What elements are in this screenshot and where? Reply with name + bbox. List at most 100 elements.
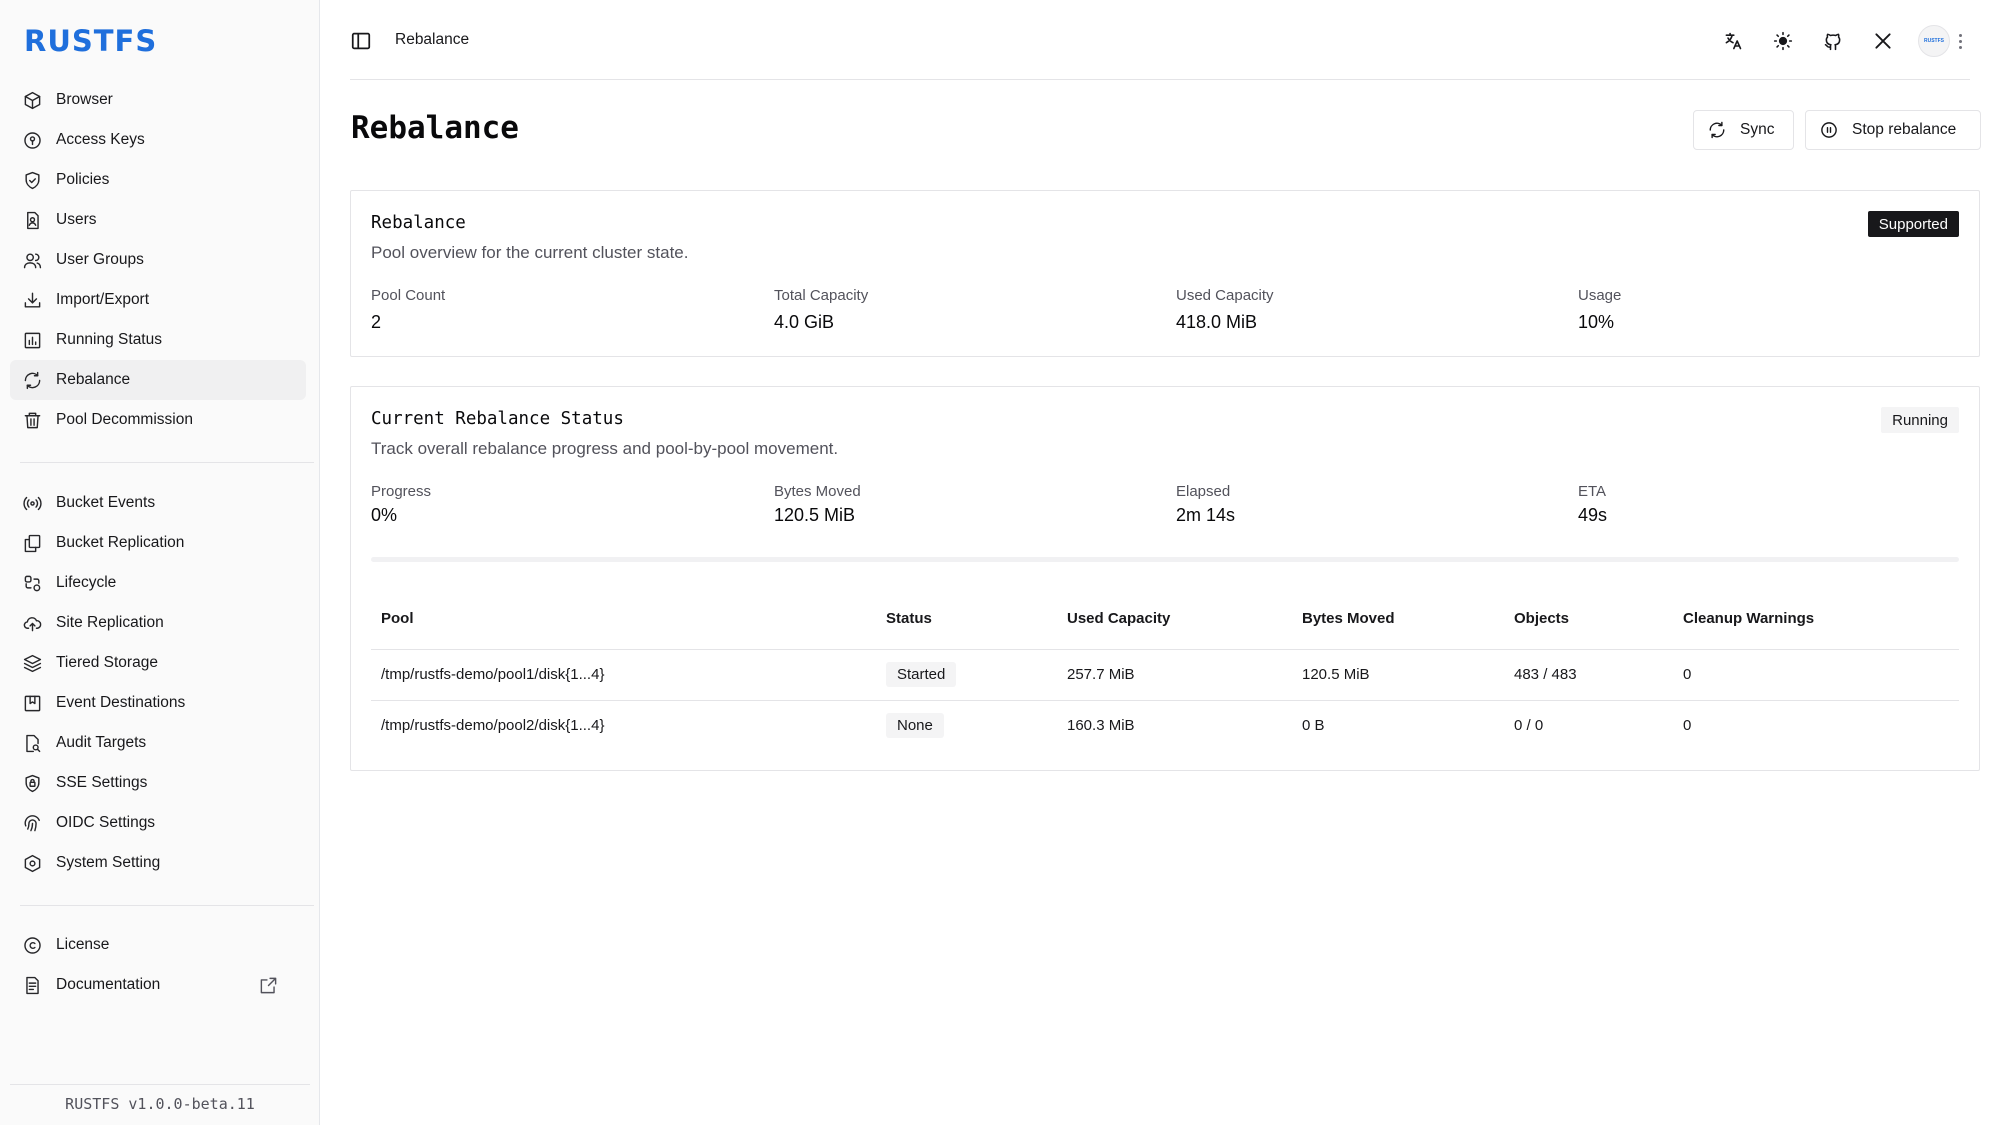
refresh-icon [22,370,42,390]
stat-label: Usage [1578,287,1622,304]
users-icon [22,250,42,270]
sidebar-item-bucket-replication[interactable]: Bucket Replication [10,523,306,563]
stat-label: Used Capacity [1176,287,1274,304]
copy-icon [22,533,42,553]
cell-pool: /tmp/rustfs-demo/pool1/disk{1...4} [371,649,876,701]
sidebar-item-rebalance[interactable]: Rebalance [10,360,306,400]
sidebar-item-label: Import/Export [56,291,150,308]
sync-button[interactable]: Sync [1693,110,1794,150]
refresh-icon [1708,121,1726,139]
sidebar-toggle-icon[interactable] [350,30,372,52]
status-badge-supported: Supported [1867,211,1959,237]
pool-table: Pool Status Used Capacity Bytes Moved Ob… [371,589,1959,751]
column-header: Used Capacity [1057,589,1292,650]
sidebar-item-running-status[interactable]: Running Status [10,320,306,360]
column-header: Objects [1504,589,1673,650]
sidebar-item-system-setting[interactable]: System Setting [10,843,306,883]
pause-circle-icon [1820,121,1838,139]
cell-used-capacity: 257.7 MiB [1057,649,1292,701]
github-icon[interactable] [1808,24,1858,58]
avatar[interactable]: RUSTFS [1918,25,1950,57]
sidebar-item-label: Users [56,211,97,228]
sidebar-item-documentation[interactable]: Documentation [10,965,306,1005]
user-file-icon [22,210,42,230]
radio-icon [22,493,42,513]
sidebar-item-audit-targets[interactable]: Audit Targets [10,723,306,763]
stat-value: 120.5 MiB [774,505,856,525]
sidebar-item-label: Documentation [56,976,161,993]
cell-bytes-moved: 0 B [1302,717,1325,735]
sidebar-item-tiered-storage[interactable]: Tiered Storage [10,643,306,683]
stat-usage: Usage 10% [1578,287,1621,333]
stop-rebalance-button[interactable]: Stop rebalance [1805,110,1981,150]
sidebar-item-label: Pool Decommission [56,411,193,428]
brand-logo[interactable]: RUSTFS [24,24,157,58]
sidebar-item-access-keys[interactable]: Access Keys [10,120,306,160]
sidebar-item-label: Policies [56,171,110,188]
shield-lock-icon [22,773,42,793]
stat-value: 418.0 MiB [1176,312,1258,332]
layers-icon [22,653,42,673]
sidebar-item-event-destinations[interactable]: Event Destinations [10,683,306,723]
cell-cleanup-warnings: 0 [1683,717,1692,735]
document-icon [22,975,42,995]
sidebar-item-user-groups[interactable]: User Groups [10,240,306,280]
more-menu-icon[interactable] [1950,25,1970,57]
sync-button-label: Sync [1740,121,1775,138]
sidebar-item-license[interactable]: License [10,925,306,965]
x-twitter-icon[interactable] [1858,24,1908,58]
stat-progress: Progress 0% [371,483,431,526]
status-badge: Started [886,662,957,687]
nav-group-settings: Bucket Events Bucket Replication Lifecyc… [10,483,306,883]
sidebar-item-label: User Groups [56,251,144,268]
sidebar-item-browser[interactable]: Browser [10,80,306,120]
sidebar-item-site-replication[interactable]: Site Replication [10,603,306,643]
sidebar-item-label: Bucket Events [56,494,156,511]
sidebar-item-pool-decommission[interactable]: Pool Decommission [10,400,306,440]
breadcrumb[interactable]: Rebalance [395,31,469,49]
column-header: Bytes Moved [1292,589,1504,650]
column-header: Pool [371,589,876,650]
sidebar-item-label: Browser [56,91,113,108]
sidebar-item-policies[interactable]: Policies [10,160,306,200]
overview-card-title: Rebalance [371,213,466,233]
copyright-icon [22,935,42,955]
sidebar-item-label: Event Destinations [56,694,186,711]
stat-elapsed: Elapsed 2m 14s [1176,483,1235,526]
sidebar-item-lifecycle[interactable]: Lifecycle [10,563,306,603]
table-row[interactable]: /tmp/rustfs-demo/pool1/disk{1...4} Start… [371,649,1959,701]
stat-label: Bytes Moved [774,483,861,500]
download-icon [22,290,42,310]
bar-chart-icon [22,330,42,350]
cell-status: None [876,700,1057,751]
sidebar-item-label: Lifecycle [56,574,117,591]
sidebar-item-label: SSE Settings [56,774,148,791]
version-label: RUSTFS v1.0.0-beta.11 [10,1084,310,1113]
theme-sun-icon[interactable] [1758,24,1808,58]
sidebar-item-label: Audit Targets [56,734,147,751]
topbar: Rebalance RUSTFS [350,0,1970,80]
progress-bar [371,557,1959,562]
sidebar-item-sse-settings[interactable]: SSE Settings [10,763,306,803]
sidebar-item-label: Rebalance [56,371,131,388]
sidebar-item-bucket-events[interactable]: Bucket Events [10,483,306,523]
cloud-upload-icon [22,613,42,633]
column-header: Status [876,589,1057,650]
stat-bytes-moved: Bytes Moved 120.5 MiB [774,483,861,526]
sidebar-item-label: Bucket Replication [56,534,185,551]
trash-icon [22,410,42,430]
page-title: Rebalance [351,110,519,146]
stat-pool-count: Pool Count 2 [371,287,445,333]
status-badge-running: Running [1881,407,1959,433]
stat-value: 4.0 GiB [774,312,835,332]
status-badge: None [886,713,944,739]
table-row[interactable]: /tmp/rustfs-demo/pool2/disk{1...4} None … [371,700,1959,751]
nav-group-help: License Documentation [10,925,306,1005]
cell-cleanup-warnings: 0 [1673,649,1959,701]
sidebar-item-users[interactable]: Users [10,200,306,240]
box-icon [22,90,42,110]
table-header-row: Pool Status Used Capacity Bytes Moved Ob… [371,589,1959,650]
sidebar-item-import-export[interactable]: Import/Export [10,280,306,320]
sidebar-item-oidc-settings[interactable]: OIDC Settings [10,803,306,843]
translate-icon[interactable] [1708,24,1758,58]
